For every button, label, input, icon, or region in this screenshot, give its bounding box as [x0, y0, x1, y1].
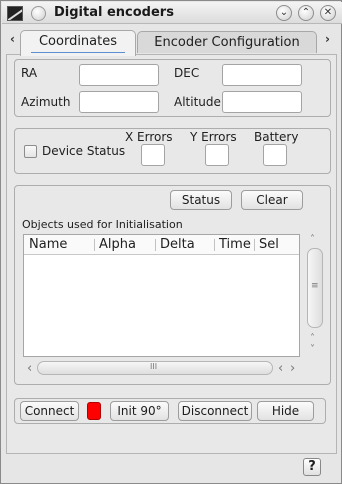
- column-header-name[interactable]: Name: [29, 237, 67, 252]
- column-divider: [254, 239, 255, 251]
- objects-table[interactable]: Name Alpha Delta Time Sel: [23, 234, 300, 357]
- initialisation-group: Status Clear Objects used for Initialisa…: [14, 185, 331, 385]
- coordinates-panel: RA DEC Azimuth Altitude Device Status X …: [6, 54, 337, 454]
- scroll-up-icon[interactable]: ˄: [310, 333, 315, 344]
- column-divider: [94, 239, 95, 251]
- scroll-down-icon[interactable]: ˅: [310, 344, 315, 355]
- status-button[interactable]: Status: [170, 190, 232, 210]
- azimuth-field[interactable]: [79, 91, 159, 113]
- actions-group: Connect Init 90° Disconnect Hide: [14, 398, 326, 424]
- tab-encoder-configuration[interactable]: Encoder Configuration: [137, 31, 317, 53]
- scroll-grip-icon: III: [150, 362, 158, 371]
- y-errors-label: Y Errors: [190, 130, 237, 144]
- coordinates-group: RA DEC Azimuth Altitude: [14, 59, 331, 117]
- tab-label: Encoder Configuration: [154, 35, 300, 50]
- app-icon[interactable]: [7, 6, 23, 21]
- altitude-field[interactable]: [222, 91, 302, 113]
- tab-coordinates[interactable]: Coordinates: [20, 30, 136, 56]
- ra-field[interactable]: [79, 64, 159, 86]
- y-errors-field[interactable]: [205, 144, 229, 166]
- vertical-scrollbar-handle[interactable]: ≡: [307, 248, 323, 328]
- table-header: Name Alpha Delta Time Sel: [24, 235, 299, 255]
- init-90-button[interactable]: Init 90°: [110, 401, 169, 421]
- battery-field[interactable]: [263, 144, 287, 166]
- column-header-delta[interactable]: Delta: [160, 237, 195, 252]
- objects-label: Objects used for Initialisation: [22, 218, 183, 231]
- x-errors-field[interactable]: [141, 144, 165, 166]
- close-button[interactable]: ✕: [320, 5, 336, 21]
- column-header-alpha[interactable]: Alpha: [99, 237, 136, 252]
- horizontal-scrollbar-handle[interactable]: III: [37, 361, 273, 375]
- dec-label: DEC: [174, 66, 200, 80]
- ra-label: RA: [21, 66, 38, 80]
- help-button[interactable]: ?: [303, 458, 321, 476]
- clear-button[interactable]: Clear: [241, 190, 303, 210]
- scroll-up-icon[interactable]: ˄: [310, 234, 315, 245]
- battery-label: Battery: [254, 130, 299, 144]
- scroll-grip-icon: ≡: [311, 281, 319, 291]
- device-status-label: Device Status: [42, 144, 126, 158]
- column-divider: [214, 239, 215, 251]
- tab-active-indicator: [31, 52, 125, 53]
- window-title: Digital encoders: [54, 5, 174, 20]
- azimuth-label: Azimuth: [21, 95, 71, 109]
- tab-scroll-right-icon[interactable]: ›: [325, 32, 330, 46]
- dec-field[interactable]: [222, 64, 302, 86]
- column-divider: [155, 239, 156, 251]
- pin-button[interactable]: [31, 6, 46, 21]
- tab-scroll-left-icon[interactable]: ‹: [10, 32, 15, 46]
- connect-button[interactable]: Connect: [20, 401, 79, 421]
- scroll-left-icon[interactable]: ‹: [278, 361, 283, 376]
- dialog-window: Digital encoders ⌄ ⌃ ✕ ‹ Coordinates Enc…: [0, 0, 342, 484]
- altitude-label: Altitude: [174, 95, 221, 109]
- maximize-button[interactable]: ⌃: [298, 5, 314, 21]
- title-bar[interactable]: Digital encoders ⌄ ⌃ ✕: [2, 2, 342, 24]
- tab-label: Coordinates: [38, 34, 118, 49]
- hide-button[interactable]: Hide: [257, 401, 314, 421]
- column-header-time[interactable]: Time: [219, 237, 251, 252]
- device-status-checkbox[interactable]: [24, 145, 37, 158]
- device-status-group: Device Status X Errors Y Errors Battery: [14, 128, 331, 174]
- minimize-button[interactable]: ⌄: [276, 5, 292, 21]
- connection-status-indicator: [87, 402, 101, 420]
- x-errors-label: X Errors: [125, 130, 173, 144]
- scroll-left-icon[interactable]: ‹: [27, 361, 32, 376]
- column-header-sel[interactable]: Sel: [259, 237, 279, 252]
- scroll-right-icon[interactable]: ›: [290, 361, 295, 376]
- disconnect-button[interactable]: Disconnect: [178, 401, 252, 421]
